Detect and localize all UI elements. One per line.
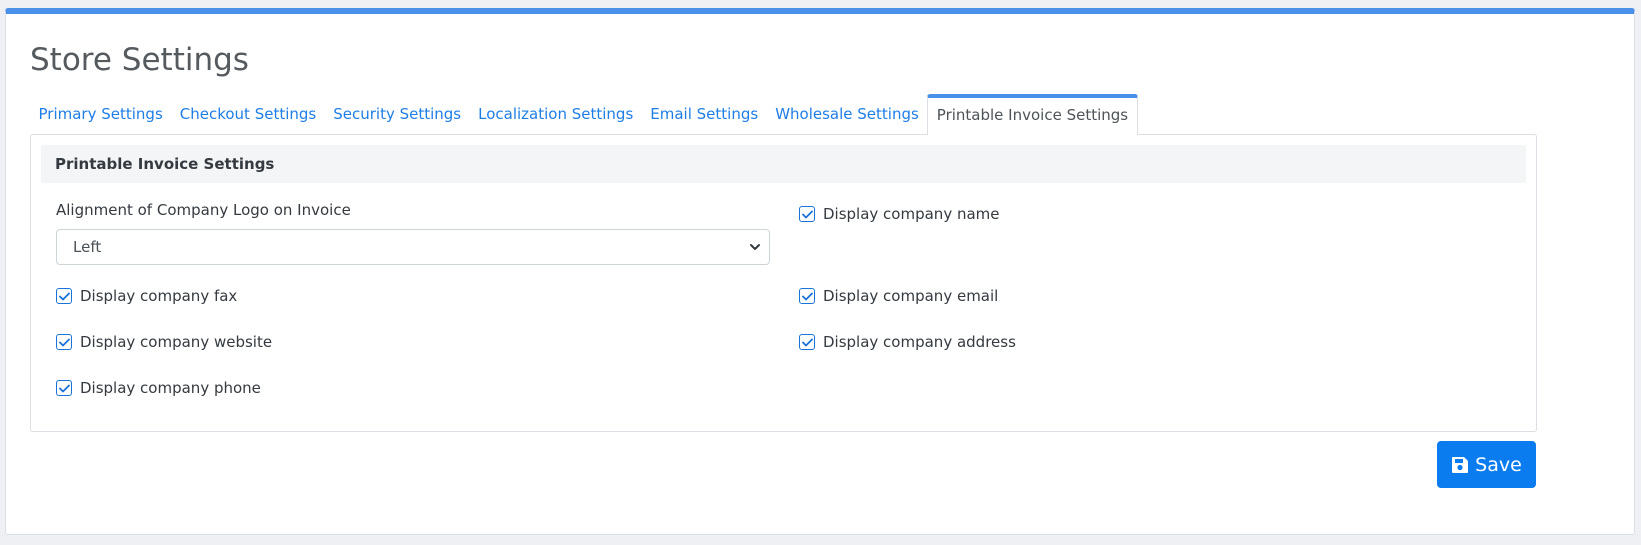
checkbox-checked-icon[interactable]: [56, 380, 72, 396]
tab-security-settings[interactable]: Security Settings: [325, 94, 470, 134]
tab-wholesale-settings[interactable]: Wholesale Settings: [767, 94, 928, 134]
checkbox-display-company-address[interactable]: Display company address: [799, 333, 1016, 351]
checkbox-display-company-fax[interactable]: Display company fax: [56, 287, 237, 305]
tab-printable-invoice-settings[interactable]: Printable Invoice Settings: [927, 94, 1138, 135]
page-title: Store Settings: [30, 42, 249, 78]
checkbox-label: Display company address: [823, 333, 1016, 351]
tab-localization-settings[interactable]: Localization Settings: [470, 94, 642, 134]
checkbox-label: Display company fax: [80, 287, 238, 305]
checkbox-checked-icon[interactable]: [799, 206, 815, 222]
save-button-label: Save: [1475, 453, 1522, 476]
checkbox-display-company-name[interactable]: Display company name: [799, 205, 1000, 223]
checkbox-label: Display company website: [80, 333, 273, 351]
logo-alignment-label: Alignment of Company Logo on Invoice: [56, 201, 351, 219]
checkbox-label: Display company name: [823, 205, 1000, 223]
checkbox-checked-icon[interactable]: [799, 288, 815, 304]
logo-alignment-value: Left: [73, 238, 102, 256]
settings-card: Store Settings Primary Settings Checkout…: [5, 8, 1635, 535]
save-button[interactable]: Save: [1437, 441, 1536, 488]
checkbox-display-company-email[interactable]: Display company email: [799, 287, 998, 305]
tab-email-settings[interactable]: Email Settings: [642, 94, 767, 134]
chevron-down-icon: [750, 244, 760, 250]
checkbox-label: Display company phone: [80, 379, 261, 397]
section-header: Printable Invoice Settings: [41, 145, 1526, 183]
settings-tabs: Primary Settings Checkout Settings Secur…: [30, 94, 1138, 135]
tab-primary-settings[interactable]: Primary Settings: [30, 94, 171, 134]
tab-checkout-settings[interactable]: Checkout Settings: [171, 94, 324, 134]
floppy-disk-icon: [1451, 456, 1469, 474]
checkbox-checked-icon[interactable]: [799, 334, 815, 350]
checkbox-display-company-website[interactable]: Display company website: [56, 333, 272, 351]
checkbox-checked-icon[interactable]: [56, 288, 72, 304]
logo-alignment-select[interactable]: Left: [56, 229, 770, 265]
checkbox-label: Display company email: [823, 287, 999, 305]
checkbox-display-company-phone[interactable]: Display company phone: [56, 379, 261, 397]
invoice-settings-panel: Printable Invoice Settings Alignment of …: [30, 134, 1537, 432]
checkbox-checked-icon[interactable]: [56, 334, 72, 350]
